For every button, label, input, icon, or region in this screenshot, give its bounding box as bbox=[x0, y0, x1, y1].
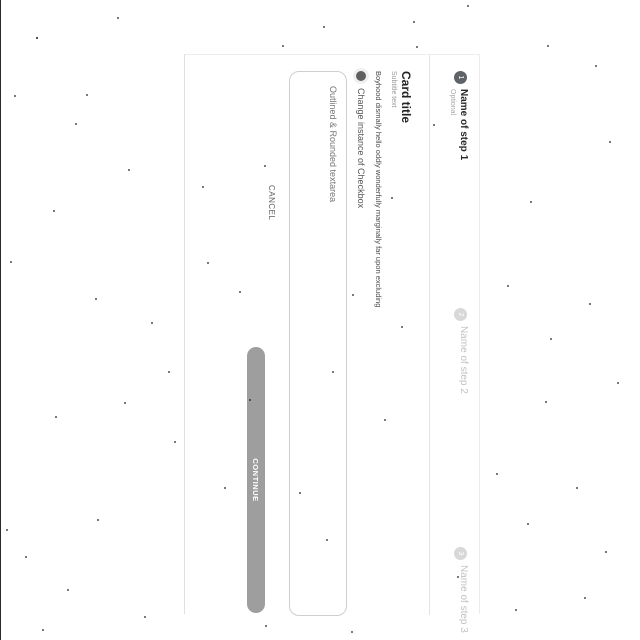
card-title: Card title bbox=[399, 71, 413, 124]
textarea-field[interactable]: Outlined & Rounded textarea bbox=[289, 71, 347, 616]
cancel-button[interactable]: CANCEL bbox=[267, 185, 276, 220]
stepper-divider bbox=[429, 55, 430, 615]
card-body-text: Boyhood dismally hello oddly wonderfully… bbox=[374, 71, 383, 308]
stepper-panel: 1 Name of step 1 Optional 2 Name of step… bbox=[183, 54, 480, 633]
card-subtitle: Subtitle text bbox=[390, 71, 397, 108]
step-content: Card title Subtitle text Boyhood dismall… bbox=[183, 55, 429, 616]
window-edge bbox=[0, 0, 1, 640]
step-1-sublabel: Optional bbox=[449, 89, 456, 116]
step-1-number: 1 bbox=[454, 71, 467, 84]
textarea-value: Outlined & Rounded textarea bbox=[328, 86, 338, 203]
step-3-number: 3 bbox=[454, 547, 467, 560]
rotated-stepper-card: 1 Name of step 1 Optional 2 Name of step… bbox=[183, 54, 480, 633]
step-1-label: Name of step 1 bbox=[458, 89, 469, 161]
radio-selected-icon[interactable] bbox=[356, 71, 366, 81]
step-2-label: Name of step 2 bbox=[458, 326, 469, 394]
radio-label: Change instance of Checkbox bbox=[356, 88, 366, 209]
step-3-label: Name of step 3 bbox=[458, 565, 469, 633]
step-2-number: 2 bbox=[454, 308, 467, 321]
continue-button[interactable]: CONTINUE bbox=[247, 347, 265, 613]
stepper: 1 Name of step 1 Optional 2 Name of step… bbox=[429, 55, 479, 633]
